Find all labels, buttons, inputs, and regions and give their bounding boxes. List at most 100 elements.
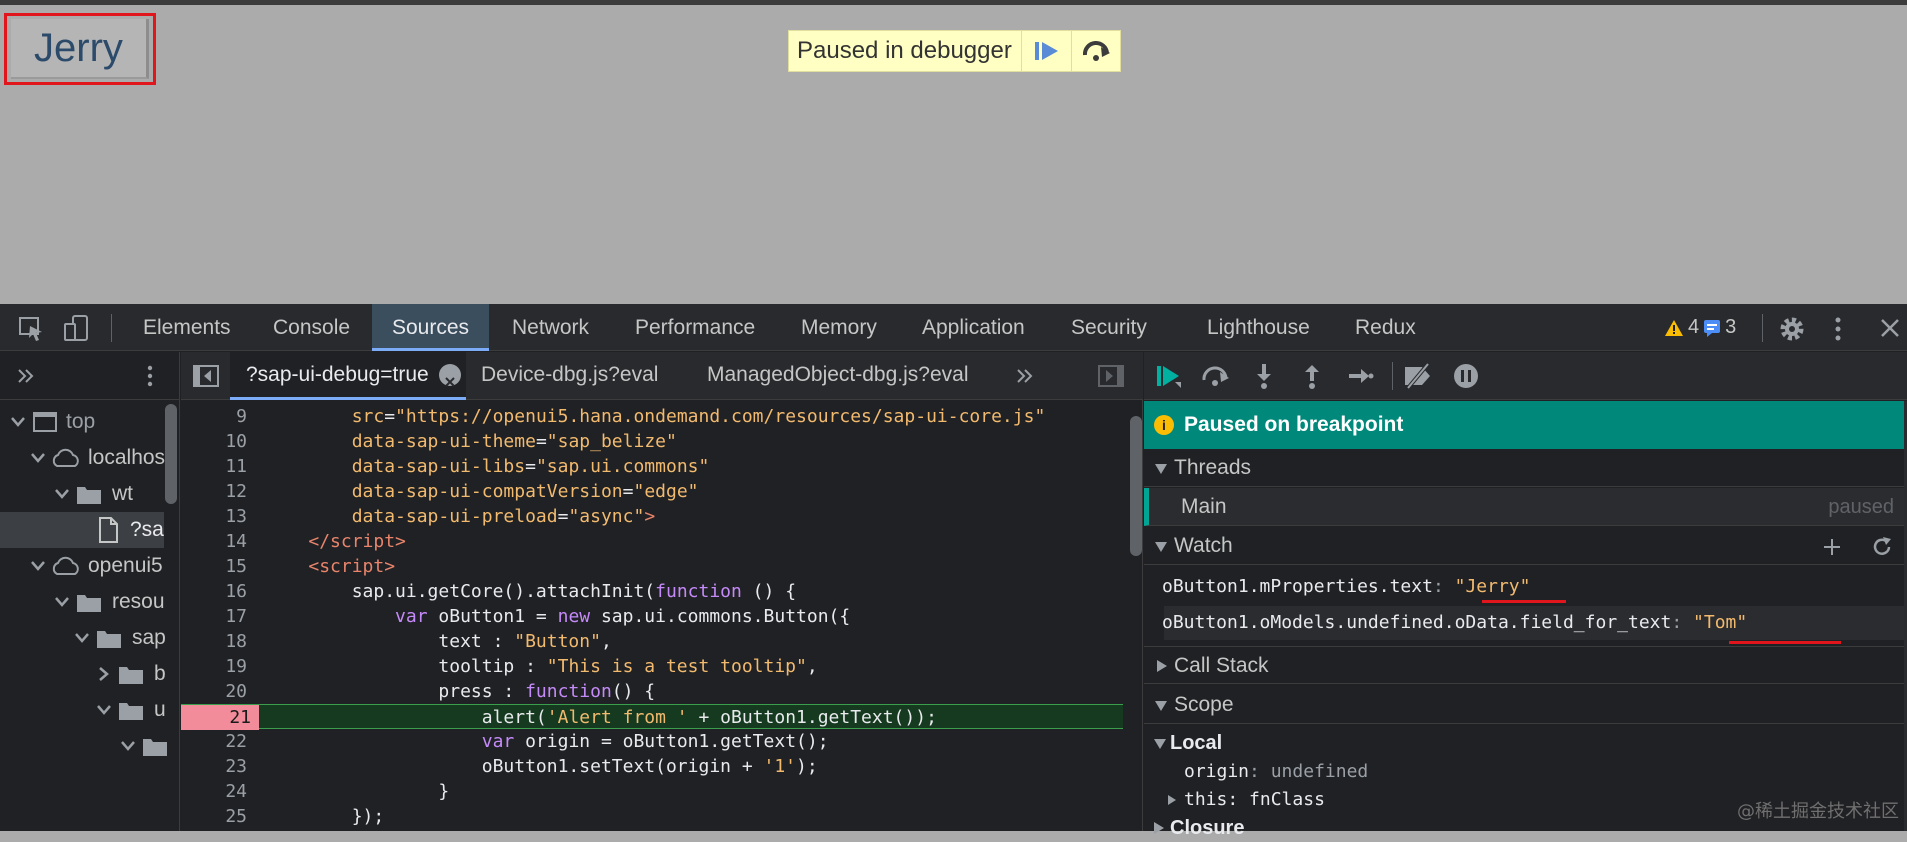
tree-item-u[interactable]: u bbox=[96, 692, 166, 728]
step-button[interactable] bbox=[1344, 360, 1376, 392]
deactivate-breakpoints-button[interactable] bbox=[1402, 360, 1434, 392]
call-stack-section-header[interactable]: Call Stack bbox=[1144, 646, 1904, 684]
tab-network[interactable]: Network bbox=[512, 304, 589, 351]
call-stack-label: Call Stack bbox=[1174, 654, 1269, 677]
watch-section-header[interactable]: Watch bbox=[1144, 527, 1904, 565]
line-number[interactable]: 14 bbox=[181, 529, 247, 554]
line-number[interactable]: 18 bbox=[181, 629, 247, 654]
gear-icon[interactable] bbox=[1778, 315, 1806, 348]
navigator-menu-icon[interactable] bbox=[145, 364, 155, 388]
line-number[interactable]: 15 bbox=[181, 554, 247, 579]
tab-redux[interactable]: Redux bbox=[1355, 304, 1416, 351]
tree-item-resources[interactable]: resou bbox=[54, 584, 165, 620]
more-options-icon[interactable] bbox=[1833, 315, 1843, 348]
scope-variable[interactable]: origin: undefined bbox=[1184, 758, 1368, 786]
tree-item-file-selected[interactable]: ?sa bbox=[0, 512, 164, 548]
more-tabs-icon[interactable] bbox=[1015, 366, 1035, 386]
code-line[interactable]: 16 sap.ui.getCore().attachInit(function … bbox=[181, 579, 1123, 604]
code-line[interactable]: 25 }); bbox=[181, 804, 1123, 829]
tab-elements[interactable]: Elements bbox=[143, 304, 231, 351]
editor-tab-active[interactable]: ?sap-ui-debug=true bbox=[230, 352, 466, 400]
step-out-button[interactable] bbox=[1296, 360, 1328, 392]
code-line[interactable]: 24 } bbox=[181, 779, 1123, 804]
line-number[interactable]: 23 bbox=[181, 754, 247, 779]
line-number[interactable]: 16 bbox=[181, 579, 247, 604]
tab-console[interactable]: Console bbox=[273, 304, 350, 351]
line-number[interactable]: 11 bbox=[181, 454, 247, 479]
watch-expression[interactable]: oButton1.mProperties.text: "Jerry" bbox=[1162, 571, 1530, 603]
scope-local-header[interactable]: Local bbox=[1144, 728, 1222, 758]
toggle-navigator-icon[interactable] bbox=[193, 365, 219, 387]
device-toolbar-icon[interactable] bbox=[62, 313, 92, 348]
code-line[interactable]: 23 oButton1.setText(origin + '1'); bbox=[181, 754, 1123, 779]
line-number[interactable]: 20 bbox=[181, 679, 247, 704]
tab-sources[interactable]: Sources bbox=[372, 304, 490, 351]
line-number[interactable]: 19 bbox=[181, 654, 247, 679]
code-line[interactable]: 19 tooltip : "This is a test tooltip", bbox=[181, 654, 1123, 679]
scope-variable[interactable]: this: fnClass bbox=[1168, 786, 1325, 814]
close-icon[interactable] bbox=[1879, 317, 1901, 344]
tree-item-openui5[interactable]: openui5 bbox=[30, 548, 163, 584]
editor-tab-managedobject[interactable]: ManagedObject-dbg.js?eval bbox=[707, 352, 969, 400]
code-line-breakpoint[interactable]: 21 alert('Alert from ' + oButton1.getTex… bbox=[181, 704, 1123, 730]
breakpoint-marker[interactable]: 21 bbox=[181, 705, 259, 730]
tree-item-b[interactable]: b bbox=[98, 656, 166, 692]
code-line[interactable]: 9 src="https://openui5.hana.ondemand.com… bbox=[181, 404, 1123, 429]
code-line[interactable]: 11 data-sap-ui-libs="sap.ui.commons" bbox=[181, 454, 1123, 479]
scope-closure-header[interactable]: Closure bbox=[1144, 814, 1244, 842]
watch-expression[interactable]: oButton1.oModels.undefined.oData.field_f… bbox=[1162, 607, 1747, 639]
line-number[interactable]: 24 bbox=[181, 779, 247, 804]
thread-row-main[interactable]: Main paused bbox=[1144, 488, 1904, 526]
close-tab-icon[interactable] bbox=[439, 364, 461, 387]
resume-button[interactable] bbox=[1152, 360, 1184, 392]
refresh-icon[interactable] bbox=[1871, 536, 1893, 558]
navigator-scrollbar[interactable] bbox=[165, 404, 177, 504]
line-number[interactable]: 22 bbox=[181, 729, 247, 754]
tree-item-subfolder[interactable] bbox=[120, 728, 168, 764]
tab-application[interactable]: Application bbox=[922, 304, 1025, 351]
code-text: sap.ui.getCore().attachInit(function () … bbox=[265, 581, 797, 602]
tab-memory[interactable]: Memory bbox=[801, 304, 877, 351]
code-area[interactable]: 9 src="https://openui5.hana.ondemand.com… bbox=[181, 401, 1143, 831]
more-tabs-icon[interactable] bbox=[16, 366, 36, 386]
step-into-button[interactable] bbox=[1248, 360, 1280, 392]
threads-label: Threads bbox=[1174, 456, 1252, 479]
tree-item-wt[interactable]: wt bbox=[54, 476, 133, 512]
line-number[interactable]: 17 bbox=[181, 604, 247, 629]
line-number[interactable]: 9 bbox=[181, 404, 247, 429]
code-line[interactable]: 20 press : function() { bbox=[181, 679, 1123, 704]
tab-lighthouse[interactable]: Lighthouse bbox=[1207, 304, 1310, 351]
code-line[interactable]: 18 text : "Button", bbox=[181, 629, 1123, 654]
editor-scrollbar[interactable] bbox=[1130, 416, 1142, 556]
tree-item-localhost[interactable]: localhos bbox=[30, 440, 165, 476]
code-line[interactable]: 12 data-sap-ui-compatVersion="edge" bbox=[181, 479, 1123, 504]
line-number[interactable]: 12 bbox=[181, 479, 247, 504]
editor-tab-device[interactable]: Device-dbg.js?eval bbox=[481, 352, 658, 400]
line-number[interactable]: 25 bbox=[181, 804, 247, 829]
tab-performance[interactable]: Performance bbox=[635, 304, 755, 351]
line-number[interactable]: 13 bbox=[181, 504, 247, 529]
add-watch-icon[interactable] bbox=[1822, 537, 1842, 557]
step-over-button[interactable] bbox=[1200, 360, 1232, 392]
tree-item-sap[interactable]: sap bbox=[74, 620, 166, 656]
jerry-button-highlight: Jerry bbox=[4, 13, 156, 85]
inspect-element-icon[interactable] bbox=[16, 313, 46, 348]
banner-step-over-button[interactable] bbox=[1072, 31, 1120, 71]
scope-section-header[interactable]: Scope bbox=[1144, 686, 1904, 724]
tree-item-top[interactable]: top bbox=[10, 404, 95, 440]
pause-on-exceptions-button[interactable] bbox=[1450, 360, 1482, 392]
jerry-button[interactable]: Jerry bbox=[11, 19, 149, 79]
toggle-debugger-icon[interactable] bbox=[1098, 365, 1124, 387]
code-line[interactable]: 22 var origin = oButton1.getText(); bbox=[181, 729, 1123, 754]
banner-resume-button[interactable] bbox=[1022, 31, 1072, 71]
code-line[interactable]: 15 <script> bbox=[181, 554, 1123, 579]
code-line[interactable]: 10 data-sap-ui-theme="sap_belize" bbox=[181, 429, 1123, 454]
warning-count: 4 bbox=[1688, 316, 1700, 338]
code-line[interactable]: 13 data-sap-ui-preload="async"> bbox=[181, 504, 1123, 529]
issues-counter[interactable]: 4 3 bbox=[1664, 304, 1736, 351]
tab-security[interactable]: Security bbox=[1071, 304, 1147, 351]
line-number[interactable]: 10 bbox=[181, 429, 247, 454]
threads-section-header[interactable]: Threads bbox=[1144, 449, 1904, 487]
code-line[interactable]: 17 var oButton1 = new sap.ui.commons.But… bbox=[181, 604, 1123, 629]
code-line[interactable]: 14 </script> bbox=[181, 529, 1123, 554]
